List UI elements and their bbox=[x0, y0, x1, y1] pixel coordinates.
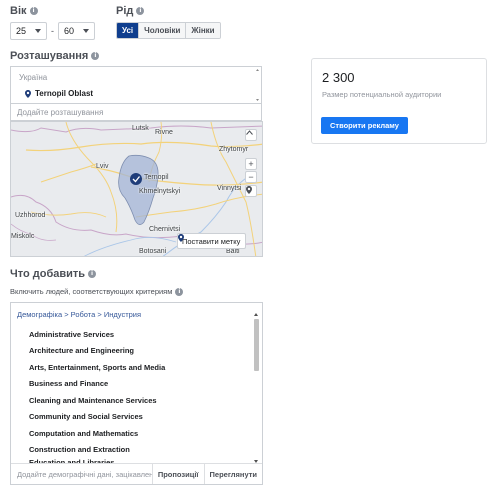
location-item[interactable]: Ternopil Oblast bbox=[25, 89, 93, 98]
drop-pin-label: Поставити метку bbox=[182, 236, 241, 246]
age-max-value: 60 bbox=[64, 26, 75, 36]
map-city-label: Balti bbox=[226, 248, 240, 255]
map-city-label: Rivne bbox=[155, 129, 173, 136]
chevron-down-icon bbox=[35, 29, 41, 33]
gender-option-women[interactable]: Жінки bbox=[186, 23, 220, 38]
map-city-label: Lviv bbox=[96, 163, 109, 170]
audience-size-description: Размер потенциальной аудитории bbox=[322, 90, 442, 99]
map-city-label: Khmelnytskyi bbox=[139, 188, 181, 195]
list-item[interactable]: Administrative Services bbox=[29, 326, 249, 343]
info-icon[interactable]: i bbox=[175, 287, 184, 296]
info-icon[interactable]: i bbox=[91, 52, 100, 60]
gender-label-row: Рід i bbox=[116, 5, 145, 17]
info-icon[interactable]: i bbox=[88, 270, 97, 278]
targeting-browse-panel: Демографіка > Робота > Индустрия Adminis… bbox=[10, 302, 263, 485]
age-max-select[interactable]: 60 bbox=[58, 22, 95, 40]
list-item[interactable]: Construction and Extraction bbox=[29, 442, 249, 459]
chevron-down-icon bbox=[83, 29, 89, 33]
map-locate-button[interactable] bbox=[245, 185, 257, 197]
include-criteria-text: Включить людей, соответствующих критерия… bbox=[10, 287, 173, 296]
age-separator: - bbox=[51, 26, 54, 36]
locations-scrollbar[interactable] bbox=[255, 68, 260, 102]
location-item-label: Ternopil Oblast bbox=[35, 89, 94, 98]
location-country: Україна bbox=[19, 73, 48, 82]
list-item[interactable]: Cleaning and Maintenance Services bbox=[29, 392, 249, 409]
list-item[interactable]: Computation and Mathematics bbox=[29, 425, 249, 442]
gender-label: Рід bbox=[116, 5, 134, 17]
targeting-label: Что добавить bbox=[10, 268, 86, 280]
locations-list: Україна Ternopil Oblast bbox=[10, 66, 262, 103]
include-criteria-row: Включить людей, соответствующих критерия… bbox=[10, 287, 184, 296]
age-min-select[interactable]: 25 bbox=[10, 22, 47, 40]
locations-label: Розташування bbox=[10, 50, 89, 62]
map-city-label: Zhytomyr bbox=[219, 146, 249, 153]
location-pin-icon bbox=[25, 89, 31, 98]
targeting-scrollbar[interactable] bbox=[252, 313, 261, 463]
locations-label-row: Розташування i bbox=[10, 50, 100, 62]
location-pin-icon bbox=[246, 186, 252, 194]
targeting-footer: Додайте демографічні дані, зацікавлення … bbox=[11, 463, 262, 484]
breadcrumb[interactable]: Демографіка > Робота > Индустрия bbox=[17, 310, 141, 319]
location-map[interactable]: Lutsk Rivne Zhytomyr Lviv Ternopil Khmel… bbox=[10, 121, 263, 257]
industry-list: Administrative Services Architecture and… bbox=[29, 326, 249, 466]
targeting-label-row: Что добавить i bbox=[10, 268, 97, 280]
location-pin-icon bbox=[178, 234, 184, 242]
map-collapse-button[interactable] bbox=[245, 129, 257, 141]
list-item[interactable]: Business and Finance bbox=[29, 376, 249, 393]
map-city-label: Lutsk bbox=[132, 125, 149, 132]
browse-button[interactable]: Переглянути bbox=[203, 464, 262, 484]
targeting-search-input[interactable]: Додайте демографічні дані, зацікавлення … bbox=[11, 470, 152, 479]
drop-pin-button[interactable]: Поставити метку bbox=[177, 233, 247, 249]
chevron-up-icon bbox=[246, 130, 253, 135]
age-label-row: Вік i bbox=[10, 5, 38, 17]
age-min-value: 25 bbox=[16, 26, 27, 36]
map-city-label: Botosani bbox=[139, 248, 167, 255]
scroll-up-icon[interactable] bbox=[254, 313, 258, 316]
gender-option-men[interactable]: Чоловіки bbox=[139, 23, 187, 38]
zoom-out-button[interactable]: − bbox=[245, 171, 257, 183]
list-item[interactable]: Architecture and Engineering bbox=[29, 343, 249, 360]
age-label: Вік bbox=[10, 5, 27, 17]
map-city-label: Vinnytsi bbox=[217, 185, 242, 192]
map-city-label: Ternopil bbox=[144, 174, 169, 181]
gender-segmented-control: Усі Чоловіки Жінки bbox=[116, 22, 221, 39]
audience-size-value: 2 300 bbox=[322, 70, 355, 85]
zoom-in-button[interactable]: + bbox=[245, 158, 257, 170]
map-city-label: Chernivtsi bbox=[149, 226, 181, 233]
info-icon[interactable]: i bbox=[136, 7, 145, 15]
map-city-label: Uzhhorod bbox=[15, 212, 46, 219]
audience-size-card: 2 300 Размер потенциальной аудитории Ств… bbox=[311, 58, 487, 144]
suggestions-button[interactable]: Пропозиції bbox=[151, 464, 204, 484]
info-icon[interactable]: i bbox=[29, 7, 38, 15]
scrollbar-thumb[interactable] bbox=[254, 319, 259, 371]
create-ad-button[interactable]: Створити рекламу bbox=[321, 117, 408, 134]
list-item[interactable]: Community and Social Services bbox=[29, 409, 249, 426]
gender-option-all[interactable]: Усі bbox=[117, 23, 140, 38]
list-item[interactable]: Arts, Entertainment, Sports and Media bbox=[29, 359, 249, 376]
map-city-label: Miskolc bbox=[11, 233, 35, 240]
location-search-input[interactable]: Додайте розташування bbox=[10, 103, 262, 121]
